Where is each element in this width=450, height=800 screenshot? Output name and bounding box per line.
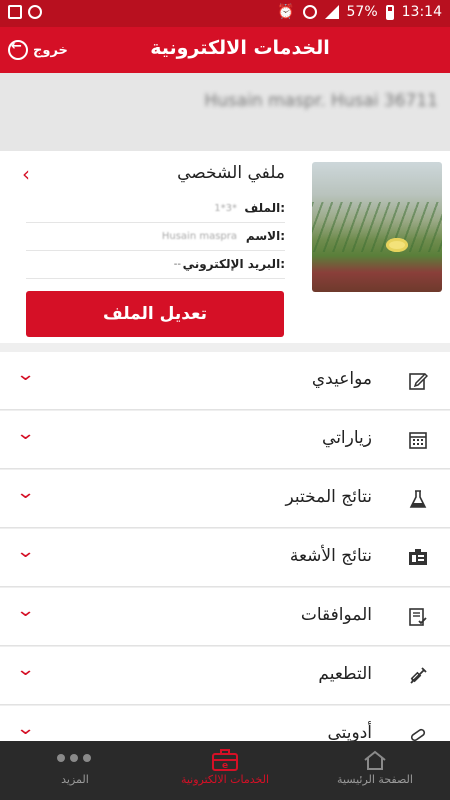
profile-row-file: الملف: 1*3*	[26, 195, 285, 223]
menu-label: نتائج الأشعة	[289, 546, 372, 566]
menu-label: زياراتي	[322, 428, 372, 448]
clock: 13:14	[401, 4, 442, 20]
home-icon	[361, 749, 389, 771]
file-value: 1*3*	[214, 203, 237, 214]
notification-icons	[8, 5, 42, 19]
chevron-down-icon: ⌄	[15, 423, 36, 444]
approval-icon	[408, 607, 428, 627]
profile-row-email: البريد الإلكتروني: --	[26, 251, 285, 279]
nav-more[interactable]: المزيد	[0, 741, 150, 800]
more-icon	[57, 754, 91, 762]
chevron-down-icon: ⌄	[15, 482, 36, 503]
nav-label: المزيد	[61, 773, 89, 786]
email-label: البريد الإلكتروني:	[182, 257, 285, 271]
logout-icon	[8, 39, 28, 60]
wifi-icon	[302, 5, 317, 19]
status-bar: ⏰ 57% 13:14	[0, 0, 450, 27]
profile-card: ملفي الشخصي ‹ الملف: 1*3* الاسم: Husain …	[0, 151, 450, 343]
chevron-down-icon: ⌄	[15, 364, 36, 385]
services-menu: مواعيدي ⌄ زياراتي ⌄ نتائج المختبر ⌄ نتائ…	[0, 352, 450, 765]
briefcase-icon: e	[211, 749, 239, 771]
alarm-icon: ⏰	[277, 4, 295, 20]
menu-item-lab-results[interactable]: نتائج المختبر ⌄	[0, 470, 450, 528]
email-value: --	[173, 259, 181, 270]
system-indicators: ⏰ 57% 13:14	[277, 4, 442, 20]
nav-label: الصفحة الرئيسية	[337, 773, 413, 786]
user-name-band: Husain maspr. Husai 36711	[0, 73, 450, 151]
name-label: الاسم:	[245, 229, 285, 243]
menu-label: التطعيم	[318, 664, 372, 684]
syringe-icon	[408, 666, 428, 686]
battery-percent: 57%	[346, 4, 378, 20]
chevron-down-icon: ⌄	[15, 718, 36, 739]
menu-label: الموافقات	[300, 605, 372, 625]
profile-photo	[312, 162, 442, 292]
sync-icon	[28, 5, 42, 19]
gallery-icon	[8, 5, 22, 19]
nav-eservices[interactable]: e الخدمات الالكترونية	[150, 741, 300, 800]
file-label: الملف:	[244, 201, 285, 215]
chevron-down-icon: ⌄	[15, 659, 36, 680]
menu-label: نتائج المختبر	[285, 487, 373, 507]
name-value: Husain maspra	[161, 231, 237, 242]
nav-label: الخدمات الالكترونية	[180, 773, 270, 786]
menu-item-vaccination[interactable]: التطعيم ⌄	[0, 647, 450, 705]
exit-label: خروج	[33, 42, 68, 58]
svg-text:e: e	[222, 761, 228, 771]
profile-row-name: الاسم: Husain maspra	[26, 223, 285, 251]
menu-item-radiology-results[interactable]: نتائج الأشعة ⌄	[0, 529, 450, 587]
chevron-down-icon: ⌄	[15, 541, 36, 562]
profile-title: ملفي الشخصي	[177, 163, 285, 183]
menu-label: أدويتي	[327, 723, 372, 743]
signal-icon	[324, 5, 339, 19]
calendar-icon	[408, 430, 428, 450]
photo-grass	[312, 202, 442, 252]
menu-label: مواعيدي	[311, 369, 372, 389]
menu-item-visits[interactable]: زياراتي ⌄	[0, 411, 450, 469]
menu-item-approvals[interactable]: الموافقات ⌄	[0, 588, 450, 646]
chevron-down-icon: ⌄	[15, 600, 36, 621]
bottom-nav: المزيد e الخدمات الالكترونية الصفحة الرئ…	[0, 741, 450, 800]
flask-icon	[408, 489, 428, 509]
menu-item-appointments[interactable]: مواعيدي ⌄	[0, 352, 450, 410]
edit-icon	[408, 371, 429, 391]
exit-button[interactable]: خروج	[8, 39, 68, 60]
xray-icon	[408, 548, 428, 568]
photo-flower	[386, 238, 408, 252]
profile-chevron-icon[interactable]: ‹	[22, 162, 30, 186]
battery-icon	[385, 4, 394, 20]
nav-home[interactable]: الصفحة الرئيسية	[300, 741, 450, 800]
edit-profile-button[interactable]: تعديل الملف	[26, 291, 284, 337]
user-name: Husain maspr. Husai 36711	[204, 91, 438, 111]
app-bar: الخدمات الالكترونية خروج	[0, 27, 450, 73]
